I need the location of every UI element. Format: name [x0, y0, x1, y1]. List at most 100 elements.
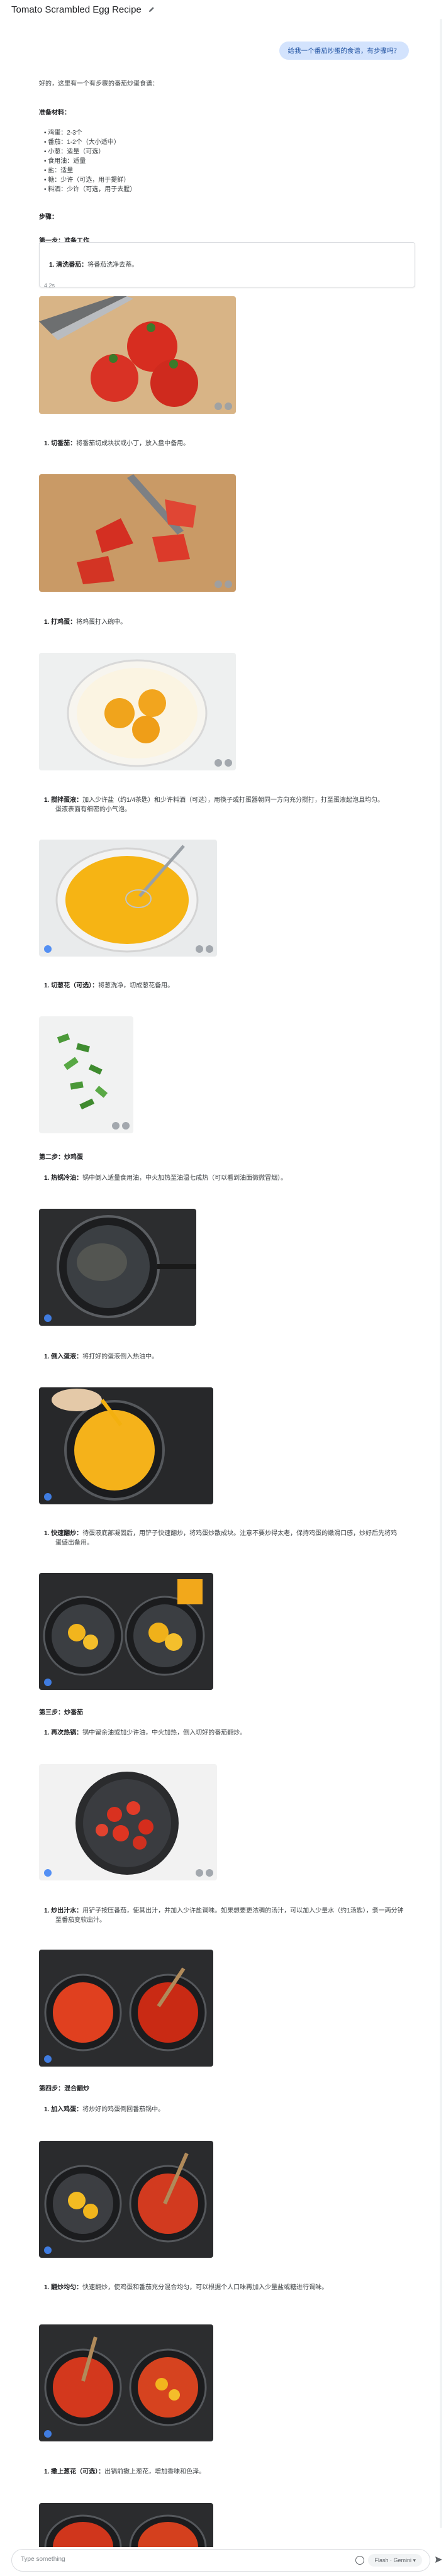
step-text-continued: 至番茄变软出汁。	[55, 1917, 106, 1924]
scallions-photo	[39, 1016, 133, 1133]
ingredient-item: • 糖：少许（可选，用于提鲜）	[44, 177, 130, 184]
final-dish-image[interactable]	[39, 2503, 213, 2547]
image-action-icon[interactable]	[112, 1122, 120, 1130]
tomatoes-pan-image[interactable]	[39, 1764, 217, 1880]
stage-heading: 第三步：炒番茄	[39, 1709, 83, 1716]
step-text-continued: 蛋液表面有细密的小气泡。	[55, 806, 131, 813]
prompt-input-bar[interactable]: Type something Flash · Gemini ▾	[11, 2549, 442, 2572]
tomatoes-image[interactable]	[39, 296, 236, 414]
image-action-icon[interactable]	[196, 945, 203, 953]
scramble-eggs-image[interactable]	[39, 1573, 213, 1690]
image-action-icon[interactable]	[206, 1869, 213, 1877]
mix-photo	[39, 2324, 213, 2441]
step-label: 1. 热锅冷油：	[44, 1175, 83, 1182]
step-label: 1. 翻炒均匀：	[44, 2284, 83, 2291]
step-label: 1. 撒上葱花（可选）：	[44, 2468, 105, 2475]
step-text: 出锅前撒上葱花，增加香味和色泽。	[104, 2468, 206, 2475]
stage-heading: 第二步：炒鸡蛋	[39, 1154, 83, 1161]
chat-title[interactable]: Tomato Scrambled Egg Recipe	[11, 4, 142, 15]
step-text: 加入少许盐（约1/4茶匙）和少许料酒（可选），用筷子或打蛋器朝同一方向充分搅打，…	[82, 797, 384, 804]
step-item: 1. 搅拌蛋液：加入少许盐（约1/4茶匙）和少许料酒（可选），用筷子或打蛋器朝同…	[44, 796, 384, 805]
eggs-bowl-photo	[39, 653, 236, 770]
model-selector[interactable]: Flash · Gemini ▾	[368, 2554, 422, 2567]
image-action-icon[interactable]	[44, 2055, 52, 2063]
step-label: 1. 再次热锅：	[44, 1729, 83, 1736]
step-label: 1. 打鸡蛋：	[44, 619, 77, 626]
step-text: 将炒好的鸡蛋倒回番茄锅中。	[82, 2106, 165, 2113]
steps-title: 步骤：	[39, 214, 58, 221]
user-message: 给我一个番茄炒蛋的食谱，有步骤吗？	[279, 42, 409, 60]
image-action-icon[interactable]	[44, 1493, 52, 1501]
image-action-icon[interactable]	[44, 1314, 52, 1322]
stage-heading: 第四步：混合翻炒	[39, 2085, 89, 2092]
step-item: 1. 撒上葱花（可选）：出锅前撒上葱花，增加香味和色泽。	[44, 2467, 205, 2477]
image-action-icon[interactable]	[196, 1869, 203, 1877]
image-action-icon[interactable]	[225, 759, 232, 767]
image-action-icon[interactable]	[225, 580, 232, 588]
pan-oil-image[interactable]	[39, 1209, 196, 1326]
image-action-icon[interactable]	[44, 2246, 52, 2254]
step-item: 1. 切番茄：将番茄切成块状或小丁，放入盘中备用。	[44, 439, 189, 448]
image-action-icon[interactable]	[122, 1122, 130, 1130]
image-action-icon[interactable]	[225, 402, 232, 410]
image-action-icon[interactable]	[215, 759, 222, 767]
step-item: 1. 快速翻炒：待蛋液底部凝固后，用铲子快速翻炒，将鸡蛋炒散成块。注意不要炒得太…	[44, 1529, 397, 1538]
step-item: 1. 加入鸡蛋：将炒好的鸡蛋倒回番茄锅中。	[44, 2105, 164, 2114]
ingredient-item: • 小葱：适量（可选）	[44, 148, 105, 155]
pencil-icon[interactable]	[148, 6, 155, 13]
image-action-icon[interactable]	[215, 580, 222, 588]
image-action-icon[interactable]	[206, 945, 213, 953]
prompt-input[interactable]: Type something	[21, 2556, 65, 2563]
step-item: 1. 热锅冷油：锅中倒入适量食用油，中火加热至油温七成热（可以看到油面微微冒烟）…	[44, 1174, 287, 1183]
mix-image[interactable]	[39, 2324, 213, 2441]
step-text: 将番茄切成块状或小丁，放入盘中备用。	[76, 440, 190, 447]
step-label: 1. 倒入蛋液：	[44, 1353, 83, 1360]
step-label: 1. 切番茄：	[44, 440, 77, 447]
image-action-icon[interactable]	[44, 1869, 52, 1877]
elapsed-time: 4.2s	[44, 282, 55, 289]
scrollbar[interactable]	[440, 19, 442, 2528]
scallions-image[interactable]	[39, 1016, 133, 1133]
image-action-icon[interactable]	[44, 2430, 52, 2438]
step-label: 1. 加入鸡蛋：	[44, 2106, 83, 2113]
whisked-eggs-image[interactable]	[39, 840, 217, 957]
tomatoes-pan-photo	[39, 1764, 217, 1880]
step-text: 锅中倒入适量食用油，中火加热至油温七成热（可以看到油面微微冒烟）。	[82, 1175, 287, 1182]
step-label: 1. 炒出汁水：	[44, 1907, 83, 1914]
step-text-continued: 蛋盛出备用。	[55, 1540, 93, 1546]
step-text: 将鸡蛋打入碗中。	[76, 619, 127, 626]
step-text: 待蛋液底部凝固后，用铲子快速翻炒，将鸡蛋炒散成块。注意不要炒得太老，保持鸡蛋的嫩…	[82, 1530, 398, 1537]
tomato-juice-image[interactable]	[39, 1950, 213, 2067]
step-item: 1. 翻炒均匀：快速翻炒，使鸡蛋和番茄充分混合均匀，可以根据个人口味再加入少量盐…	[44, 2283, 328, 2292]
image-action-icon[interactable]	[215, 402, 222, 410]
image-action-icon[interactable]	[44, 945, 52, 953]
step-item: 1. 炒出汁水：用铲子按压番茄，使其出汁，并加入少许盐调味。如果想要更浓稠的汤汁…	[44, 1906, 404, 1916]
image-action-icon[interactable]	[44, 1679, 52, 1686]
add-eggs-image[interactable]	[39, 2141, 213, 2258]
final-dish-photo	[39, 2503, 213, 2547]
pour-eggs-photo	[39, 1387, 213, 1504]
cut-tomatoes-photo	[39, 474, 236, 592]
chat-header: Tomato Scrambled Egg Recipe	[0, 0, 446, 19]
step-label: 1. 搅拌蛋液：	[44, 797, 83, 804]
send-icon[interactable]	[433, 2555, 443, 2565]
step-label: 1. 切葱花（可选）：	[44, 982, 99, 989]
pan-oil-photo	[39, 1209, 196, 1326]
chat-page: Tomato Scrambled Egg Recipe 给我一个番茄炒蛋的食谱，…	[0, 0, 446, 2576]
scramble-eggs-photo	[39, 1573, 213, 1690]
step-text: 将番茄洗净去蒂。	[87, 262, 138, 269]
eggs-bowl-image[interactable]	[39, 653, 236, 770]
add-eggs-photo	[39, 2141, 213, 2258]
step-item: 1. 打鸡蛋：将鸡蛋打入碗中。	[44, 618, 126, 627]
step-text: 用铲子按压番茄，使其出汁，并加入少许盐调味。如果想要更浓稠的汤汁，可以加入少量水…	[82, 1907, 404, 1914]
ingredient-item: • 番茄：1-2个（大小适中）	[44, 139, 120, 146]
pour-eggs-image[interactable]	[39, 1387, 213, 1504]
ingredients-title: 准备材料：	[39, 109, 70, 116]
tomatoes-photo	[39, 296, 236, 414]
step-item: 1. 再次热锅：锅中留余油或加少许油，中火加热，倒入切好的番茄翻炒。	[44, 1728, 246, 1738]
cut-tomatoes-image[interactable]	[39, 474, 236, 592]
plus-icon[interactable]	[355, 2556, 364, 2565]
step-text: 快速翻炒，使鸡蛋和番茄充分混合均匀，可以根据个人口味再加入少量盐或糖进行调味。	[82, 2284, 328, 2291]
ingredient-item: • 食用油：适量	[44, 158, 86, 165]
ingredient-item: • 盐：适量	[44, 167, 74, 174]
